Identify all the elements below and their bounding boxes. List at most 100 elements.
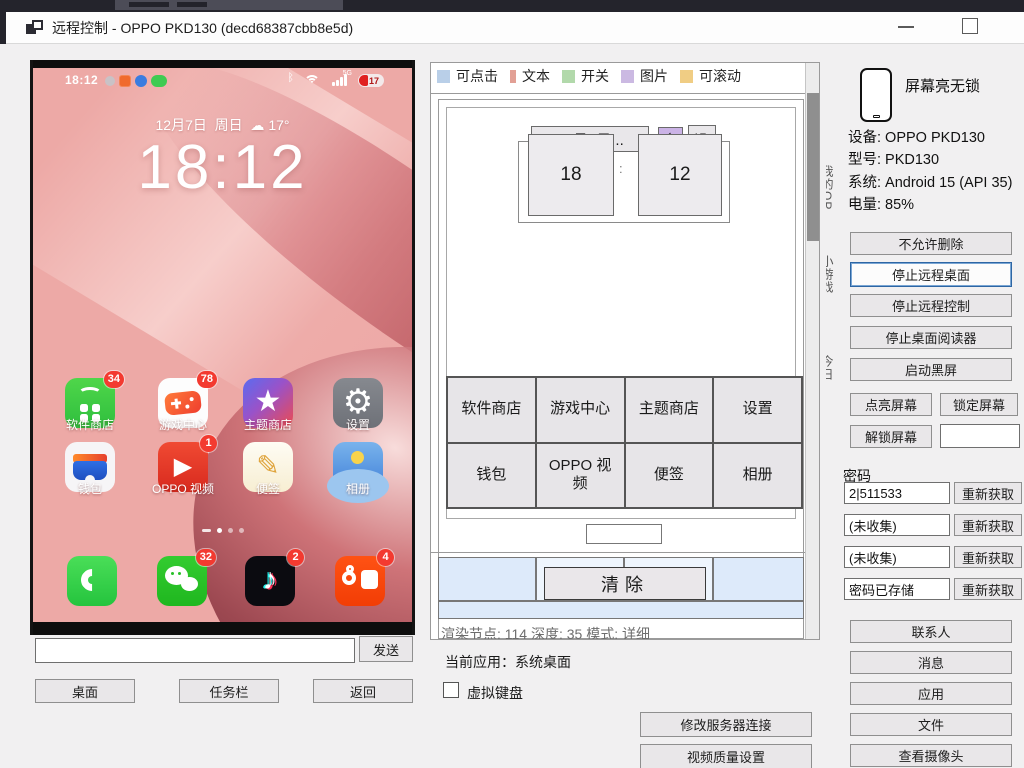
app-label: 相册 [315,480,401,497]
app-label: 钱包 [47,480,133,497]
wireframe-grid-cell[interactable]: 便签 [625,443,714,509]
modify-server-button[interactable]: 修改服务器连接 [640,712,812,737]
clock-widget[interactable]: 12月7日 周日 ☁ 17° 18:12 [33,115,412,200]
stop-screen-reader-button[interactable]: 停止桌面阅读器 [850,326,1012,349]
scrollbar-thumb[interactable] [807,93,819,241]
device-info-line: 设备: OPPO PKD130 [848,127,1022,149]
wireframe-clear-button[interactable]: 清除 [544,567,706,600]
app-window-icon [26,20,43,35]
password-field-3[interactable] [844,546,950,568]
wireframe-grid-cell[interactable]: 软件商店 [447,377,536,443]
device-info-line: 电量: 85% [848,194,1022,216]
refresh-password-button-4[interactable]: 重新获取 [954,578,1022,600]
device-info-line: 系统: Android 15 (API 35) [848,172,1022,194]
wireframe-grid-cell[interactable]: 钱包 [447,443,536,509]
wireframe-scrollable-band[interactable] [438,601,804,619]
virtual-keyboard-checkbox[interactable] [443,682,459,698]
app-badge: 78 [197,371,217,388]
app-label: 主题商店 [225,416,311,433]
video-quality-button[interactable]: 视频质量设置 [640,744,812,768]
desktop-button[interactable]: 桌面 [35,679,135,703]
divider [431,93,807,94]
wireframe-grid-cell[interactable]: 主题商店 [625,377,714,443]
wireframe-node-colon: : [619,161,623,176]
password-field-1[interactable] [844,482,950,504]
send-text-input[interactable] [35,638,355,663]
wireframe-node-minute[interactable]: 12 [638,134,722,216]
files-button[interactable]: 文件 [850,713,1012,736]
current-app-label: 当前应用：系统桌面 [445,652,571,672]
app-badge: 1 [200,435,217,452]
clock-temp: 17° [268,117,289,133]
app-label: 游戏中心 [140,416,226,433]
lock-screen-button[interactable]: 锁定屏幕 [940,393,1018,416]
legend-label: 可点击 [456,66,498,86]
phone-mirror-screen[interactable]: 18:12 ᛒ 5G 17 12月7日 周日 ☁ 17° 18:12 34 78… [30,60,415,635]
phone-bottom-bar [33,622,412,635]
unlock-screen-button[interactable]: 解锁屏幕 [850,425,932,448]
view-camera-button[interactable]: 查看摄像头 [850,744,1012,767]
dock-icon-kuaishou[interactable]: 4 [335,556,385,606]
wifi-icon [304,75,320,87]
app-badge: 32 [196,549,216,566]
legend-swatch-clickable [437,70,450,83]
legend-swatch-text [510,70,516,83]
wireframe-node-small[interactable] [586,524,662,544]
background-window-strip [0,0,1024,12]
home-page-dots [33,522,412,528]
dock-icon-douyin[interactable]: ♪ 2 [245,556,295,606]
screen-state-label: 屏幕亮无锁 [905,75,980,96]
inspector-scrollbar[interactable] [805,63,819,640]
refresh-password-button-1[interactable]: 重新获取 [954,482,1022,504]
phone-top-bezel [33,60,412,68]
clock-weekday: 周日 [215,117,243,133]
device-phone-icon [860,68,892,122]
disallow-delete-button[interactable]: 不允许删除 [850,232,1012,255]
music-note-icon: ♪ [263,563,278,596]
messages-button[interactable]: 消息 [850,651,1012,674]
password-field-4[interactable] [844,578,950,600]
legend-swatch-image [621,70,634,83]
wireframe-grid-cell[interactable]: 游戏中心 [536,377,625,443]
app-label: 软件商店 [47,416,133,433]
weather-cloud-icon: ☁ [250,117,264,133]
notification-icon [135,75,147,87]
wireframe-clickable-cell[interactable] [713,557,804,601]
stop-remote-control-button[interactable]: 停止远程控制 [850,294,1012,317]
clipped-side-text: 我的OP [826,165,836,227]
back-button[interactable]: 返回 [313,679,413,703]
taskbar-button[interactable]: 任务栏 [179,679,279,703]
start-black-screen-button[interactable]: 启动黑屏 [850,358,1012,381]
legend-label: 文本 [522,66,550,86]
legend-swatch-scrollable [680,70,693,83]
app-badge: 2 [287,549,304,566]
wireframe-clickable-cell[interactable] [438,557,536,601]
notification-icon [119,75,131,87]
signal-icon: 5G [332,74,350,86]
wireframe-grid-cell[interactable]: 设置 [713,377,802,443]
dock-icon-phone[interactable] [67,556,117,606]
contacts-button[interactable]: 联系人 [850,620,1012,643]
refresh-password-button-3[interactable]: 重新获取 [954,546,1022,568]
clipped-side-text: 今日.. [826,355,836,417]
render-status-text: 渲染节点: 114 深度: 35 模式: 详细 [441,624,650,639]
divider [431,552,807,553]
stop-remote-desktop-button[interactable]: 停止远程桌面 [850,262,1012,287]
send-button[interactable]: 发送 [359,636,413,662]
wireframe-grid-cell[interactable]: OPPO 视频 [536,443,625,509]
minimize-icon[interactable] [898,26,914,28]
light-screen-button[interactable]: 点亮屏幕 [850,393,932,416]
wireframe-node-hour[interactable]: 18 [528,134,614,216]
unlock-code-field[interactable] [940,424,1020,448]
wireframe-grid-cell[interactable]: 相册 [713,443,802,509]
apps-button[interactable]: 应用 [850,682,1012,705]
phone-status-bar: 18:12 ᛒ 5G 17 [33,70,412,90]
maximize-icon[interactable] [962,18,978,34]
app-badge: 34 [104,371,124,388]
wireframe-app-grid: 软件商店 游戏中心 主题商店 设置 钱包 OPPO 视频 便签 相册 [446,376,803,509]
dock-icon-wechat[interactable]: 32 [157,556,207,606]
password-field-2[interactable] [844,514,950,536]
ui-inspector-panel[interactable]: 可点击 文本 开关 图片 可滚动 12月7日 .. 多 17° 18 : 12 … [430,62,820,640]
clipped-side-text: 小游戏 [826,255,836,307]
refresh-password-button-2[interactable]: 重新获取 [954,514,1022,536]
